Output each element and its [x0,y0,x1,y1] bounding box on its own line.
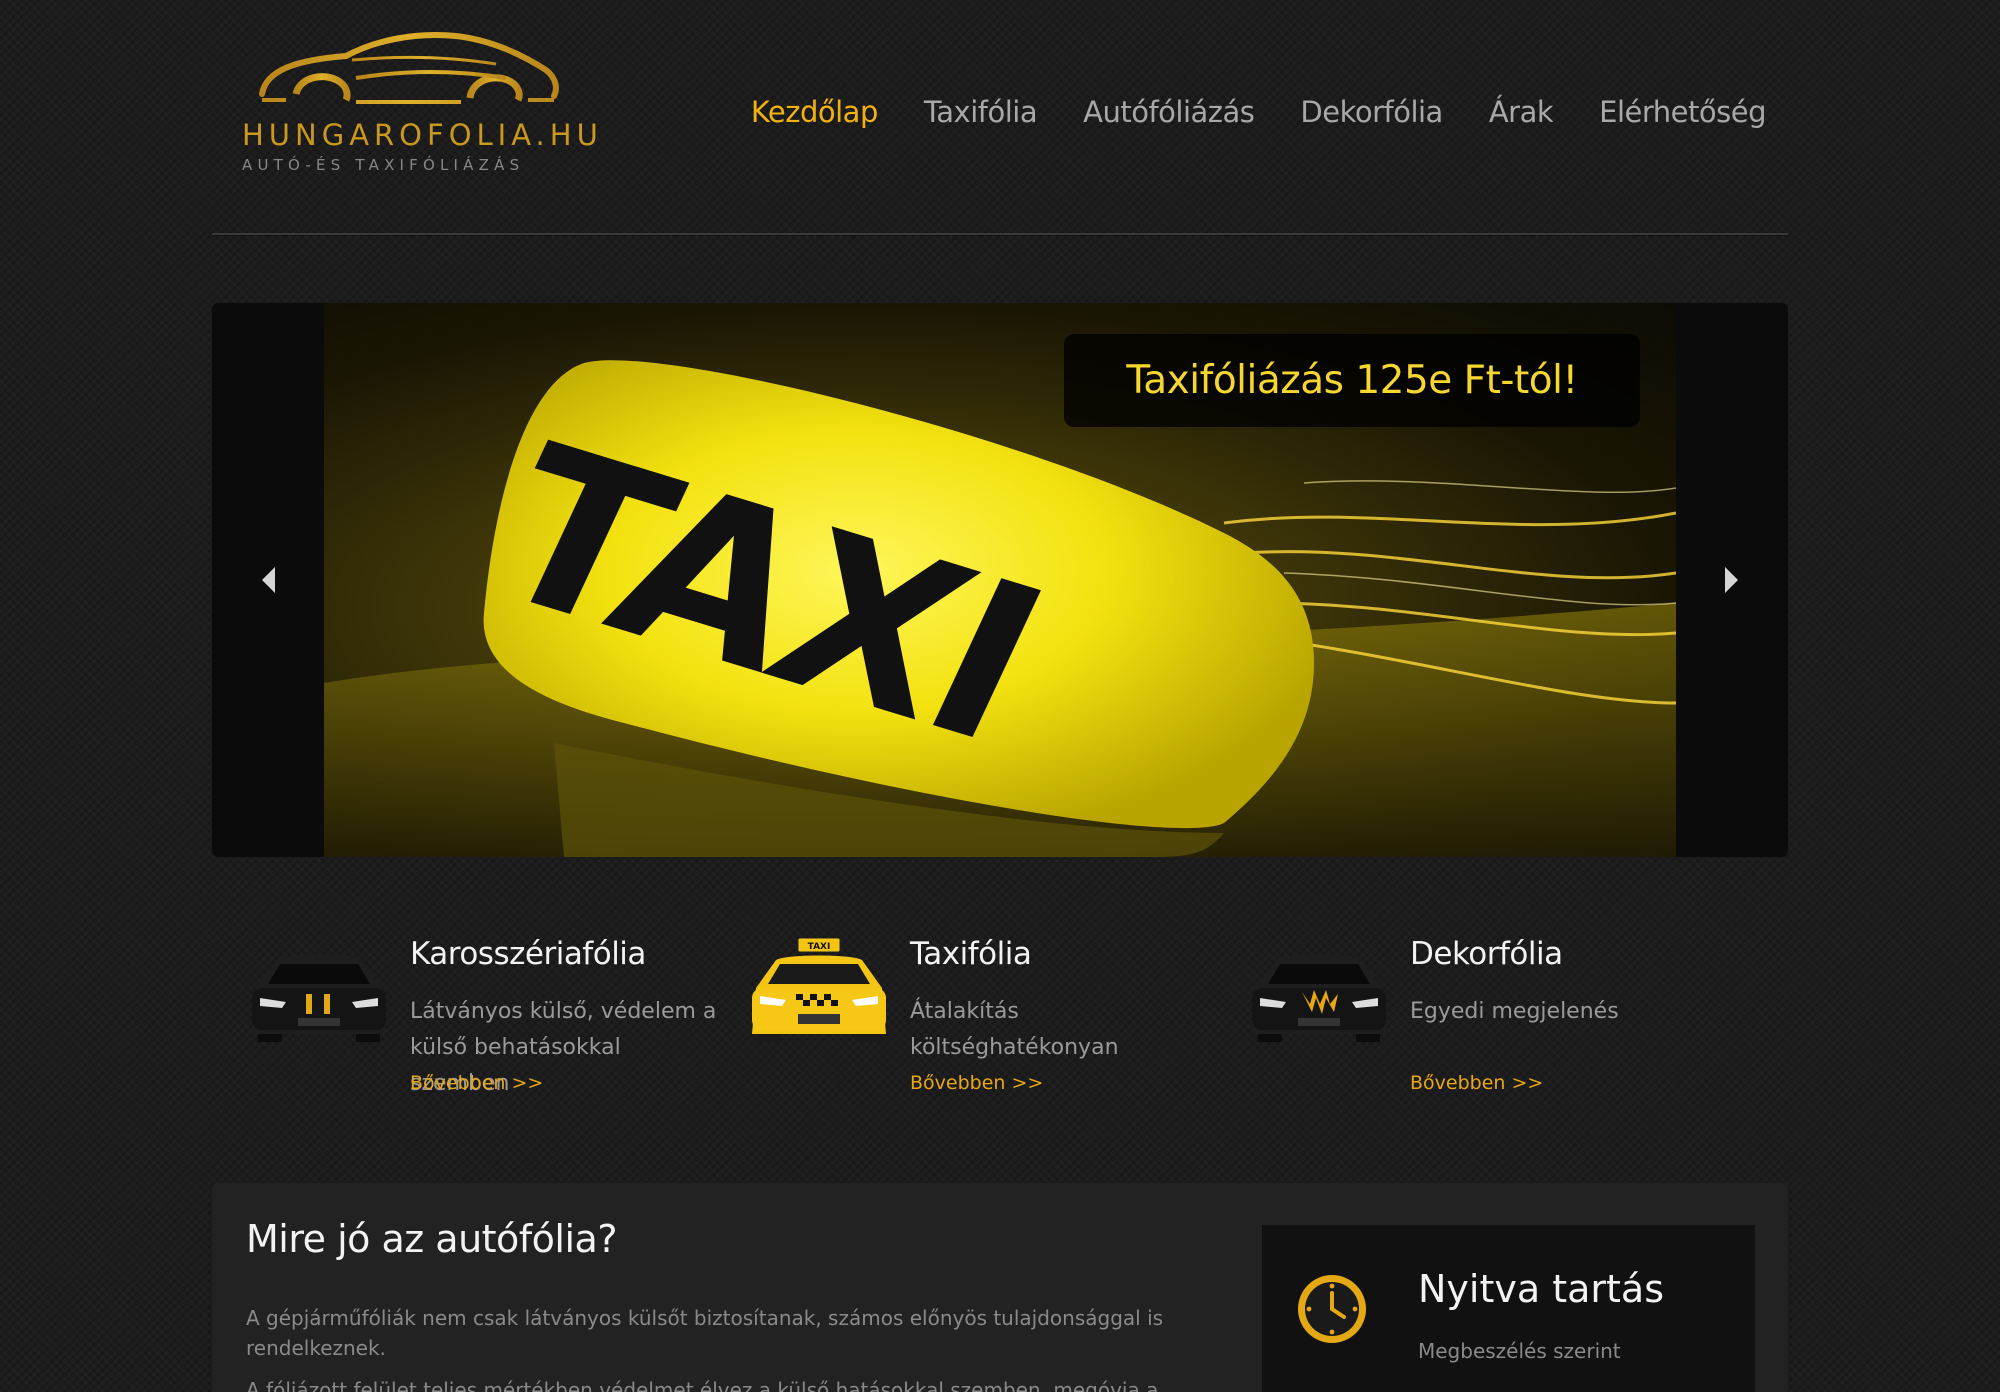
brand-name: HUNGAROFOLIA.HU [242,118,603,152]
article-paragraph: A gépjárműfóliák nem csak látványos küls… [246,1306,1164,1360]
arrow-right-icon [1725,567,1738,593]
black-car-icon [252,954,386,1042]
decor-car-icon [1252,954,1386,1042]
car-silhouette-logo-icon [259,31,559,104]
image-slider: TAXI Taxifóliázás 125e Ft-tól! [212,303,1788,857]
brand-tagline: Autó-és taxifóliázás [242,156,525,174]
feature-title: Karosszériafólia [410,936,646,972]
site-logo[interactable]: HUNGAROFOLIA.HU Autó-és taxifóliázás [242,30,598,180]
slider-next-button[interactable] [1676,303,1788,857]
feature-row: Karosszériafólia Látványos külső, védele… [212,930,1788,1100]
feature-more-link[interactable]: Bővebben >> [1410,1072,1543,1094]
feature-dekorfolia: Dekorfólia Egyedi megjelenés Bővebben >> [1212,930,1712,1100]
nav-item-arak[interactable]: Árak [1489,95,1554,129]
feature-title: Taxifólia [910,936,1032,972]
svg-text:TAXI: TAXI [808,942,831,952]
main-nav: Kezdőlap Taxifólia Autófóliázás Dekorfól… [751,95,1767,129]
content-section: Mire jó az autófólia? A gépjárműfóliák n… [212,1183,1788,1392]
nav-item-dekorfolia[interactable]: Dekorfólia [1300,95,1443,129]
opening-hours-box: Nyitva tartás Megbeszélés szerint [1262,1225,1755,1392]
nav-item-elerhetoseg[interactable]: Elérhetőség [1599,95,1766,129]
feature-taxifolia: TAXI Taxifólia Átalakítás költséghatékon… [712,930,1212,1100]
hours-title: Nyitva tartás [1418,1267,1665,1311]
feature-karosszeriafolia: Karosszériafólia Látványos külső, védele… [212,930,716,1100]
feature-more-link[interactable]: Bővebben >> [410,1072,543,1094]
nav-item-kezdolap[interactable]: Kezdőlap [751,95,879,129]
header-divider [212,233,1788,236]
nav-item-taxifolia[interactable]: Taxifólia [924,95,1038,129]
clock-icon [1298,1275,1366,1343]
feature-title: Dekorfólia [1410,936,1563,972]
taxi-car-icon: TAXI [752,938,886,1042]
feature-text: Egyedi megjelenés [1410,999,1619,1024]
article-title: Mire jó az autófólia? [246,1217,618,1261]
slide-image-taxi: TAXI Taxifóliázás 125e Ft-tól! [324,303,1676,857]
arrow-left-icon [262,567,275,593]
hours-text: Megbeszélés szerint [1418,1339,1621,1363]
feature-more-link[interactable]: Bővebben >> [910,1072,1043,1094]
slide-caption: Taxifóliázás 125e Ft-tól! [1064,334,1640,427]
slider-prev-button[interactable] [212,303,324,857]
feature-text: Átalakítás költséghatékonyan [910,999,1119,1060]
nav-item-autofoliazas[interactable]: Autófóliázás [1083,95,1255,129]
article-paragraph: A fóliázott felület teljes mértékben véd… [246,1378,1159,1392]
